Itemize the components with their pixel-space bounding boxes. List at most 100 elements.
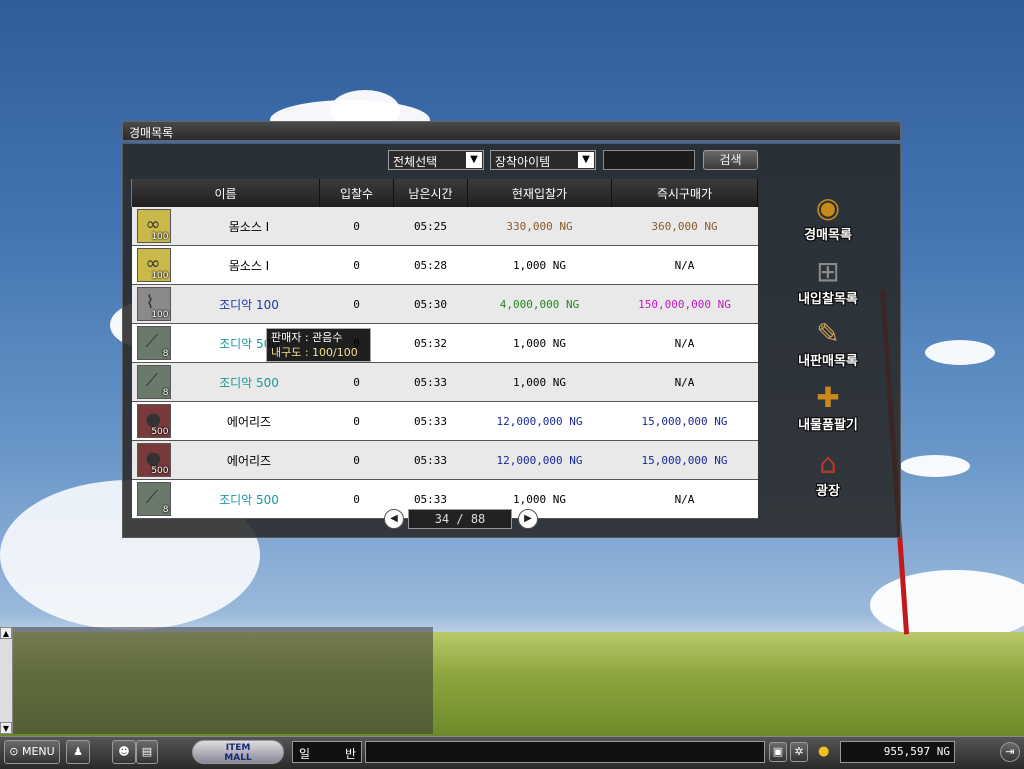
chat-scrollbar[interactable]: ▲ ▼ [0,627,13,734]
chat-log [12,627,433,734]
chain-icon[interactable]: ⌇ 100 [136,287,171,321]
item-icon-cell[interactable]: ● 500 [131,401,176,441]
item-name[interactable]: 에어리즈 [175,440,320,480]
item-glyph: ⟋ [145,487,159,508]
type-select-value: 장착아이템 [495,155,551,169]
chat-mode-select[interactable]: 일 반 [292,741,362,763]
menu-button[interactable]: ⊙ MENU [4,740,60,764]
syringe-icon[interactable]: ⟋ 8 [136,326,171,360]
header-name[interactable]: 이름 [131,179,320,207]
item-buyout: N/A [611,323,758,363]
item-count: 8 [162,505,169,515]
item-name[interactable]: 조디악 500 [175,479,320,519]
item-icon-cell[interactable]: ∞ 100 [131,207,176,246]
item-count: 100 [151,310,169,320]
item-name[interactable]: 조디악 500 [175,362,320,402]
header-bids[interactable]: 입찰수 [319,179,394,207]
quest-button[interactable]: ▤ [136,740,158,764]
side-menu-button[interactable]: ⊞ 내입찰목록 [790,256,866,310]
category-select[interactable]: 전체선택 ▼ [388,150,484,170]
rope-icon[interactable]: ∞ 100 [136,209,171,243]
next-page-icon[interactable]: ▶ [518,509,538,529]
chat-options-button[interactable]: ▣ [769,742,787,762]
chevron-down-icon[interactable]: ▼ [578,152,594,168]
item-name[interactable]: 몸소스 I [175,245,320,285]
potion-icon[interactable]: ● 500 [136,404,171,438]
table-row[interactable]: ● 500 에어리즈 0 05:33 12,000,000 NG 15,000,… [131,440,758,480]
header-current[interactable]: 현재입찰가 [467,179,612,207]
scroll-up-icon[interactable]: ▲ [0,627,12,639]
item-current-bid: 4,000,000 NG [467,284,612,324]
item-bids: 0 [319,401,394,441]
type-select[interactable]: 장착아이템 ▼ [490,150,596,170]
item-bids: 0 [319,440,394,480]
side-menu-label: 경매목록 [804,228,852,243]
community-button[interactable]: ☻ [112,740,136,764]
item-current-bid: 1,000 NG [467,245,612,285]
window-titlebar[interactable]: 경매목록 [122,121,901,141]
sky-cloud [870,570,1024,640]
chat-window-icon: ▣ [772,745,784,758]
chevron-down-icon[interactable]: ▼ [466,152,482,168]
character-button[interactable]: ♟ [66,740,90,764]
search-button[interactable]: 검색 [703,150,758,170]
rope-icon[interactable]: ∞ 100 [136,248,171,282]
table-row[interactable]: ∞ 100 몸소스 I 0 05:25 330,000 NG 360,000 N… [131,207,758,246]
side-menu-button[interactable]: ✎ 내판매목록 [790,318,866,372]
side-menu-button[interactable]: ✚ 내물품팔기 [790,382,866,436]
item-icon-cell[interactable]: ⟋ 8 [131,479,176,519]
side-menu-button[interactable]: ⌂ 광장 [790,448,866,502]
money-display: 955,597 NG [840,741,955,763]
item-icon-cell[interactable]: ⟋ 8 [131,362,176,402]
menu-label: MENU [21,745,55,758]
item-time: 05:32 [393,323,468,363]
table-row[interactable]: ⟋ 8 조디악 500 0 05:32 1,000 NG N/A [131,323,758,363]
auction-list-icon: ◉ [815,191,841,224]
item-buyout: N/A [611,245,758,285]
menu-icon: ⊙ [9,745,19,758]
item-count: 8 [162,388,169,398]
header-buyout[interactable]: 즉시구매가 [611,179,758,207]
table-row[interactable]: ∞ 100 몸소스 I 0 05:28 1,000 NG N/A [131,245,758,285]
item-mall-button[interactable]: ITEM MALL [192,740,284,764]
syringe-icon[interactable]: ⟋ 8 [136,365,171,399]
item-count: 100 [151,232,169,242]
item-time: 05:33 [393,440,468,480]
item-buyout: 150,000,000 NG [611,284,758,324]
item-current-bid: 1,000 NG [467,323,612,363]
table-row[interactable]: ⟋ 8 조디악 500 0 05:33 1,000 NG N/A [131,362,758,402]
search-input[interactable] [603,150,695,170]
potion-icon[interactable]: ● 500 [136,443,171,477]
item-icon-cell[interactable]: ⟋ 8 [131,323,176,363]
item-count: 500 [151,466,169,476]
item-icon-cell[interactable]: ⌇ 100 [131,284,176,324]
item-name[interactable]: 에어리즈 [175,401,320,441]
side-menu-label: 광장 [816,484,840,499]
item-current-bid: 330,000 NG [467,207,612,246]
table-row[interactable]: ● 500 에어리즈 0 05:33 12,000,000 NG 15,000,… [131,401,758,441]
item-name[interactable]: 조디악 100 [175,284,320,324]
side-menu-label: 내판매목록 [798,354,858,369]
window-title: 경매목록 [129,126,174,140]
item-bids: 0 [319,207,394,246]
list-icon: ▤ [141,745,153,758]
item-time: 05:25 [393,207,468,246]
item-icon-cell[interactable]: ● 500 [131,440,176,480]
item-icon-cell[interactable]: ∞ 100 [131,245,176,285]
settings-button[interactable]: ✲ [790,742,808,762]
item-buyout: 15,000,000 NG [611,401,758,441]
side-menu-button[interactable]: ◉ 경매목록 [790,192,866,246]
syringe-icon[interactable]: ⟋ 8 [136,482,171,516]
table-row[interactable]: ⌇ 100 조디악 100 0 05:30 4,000,000 NG 150,0… [131,284,758,324]
scroll-down-icon[interactable]: ▼ [0,722,12,734]
item-count: 8 [162,349,169,359]
exit-button[interactable]: ⇥ [1000,742,1020,762]
chat-input[interactable] [365,741,765,763]
header-time[interactable]: 남은시간 [393,179,468,207]
item-glyph: ⟋ [145,370,159,391]
item-current-bid: 12,000,000 NG [467,440,612,480]
prev-page-icon[interactable]: ◀ [384,509,404,529]
auction-table: 이름 입찰수 남은시간 현재입찰가 즉시구매가 ∞ 100 몸소스 I 0 05… [131,179,758,519]
item-name[interactable]: 몸소스 I [175,207,320,246]
item-mall-label-1: ITEM [225,743,251,753]
